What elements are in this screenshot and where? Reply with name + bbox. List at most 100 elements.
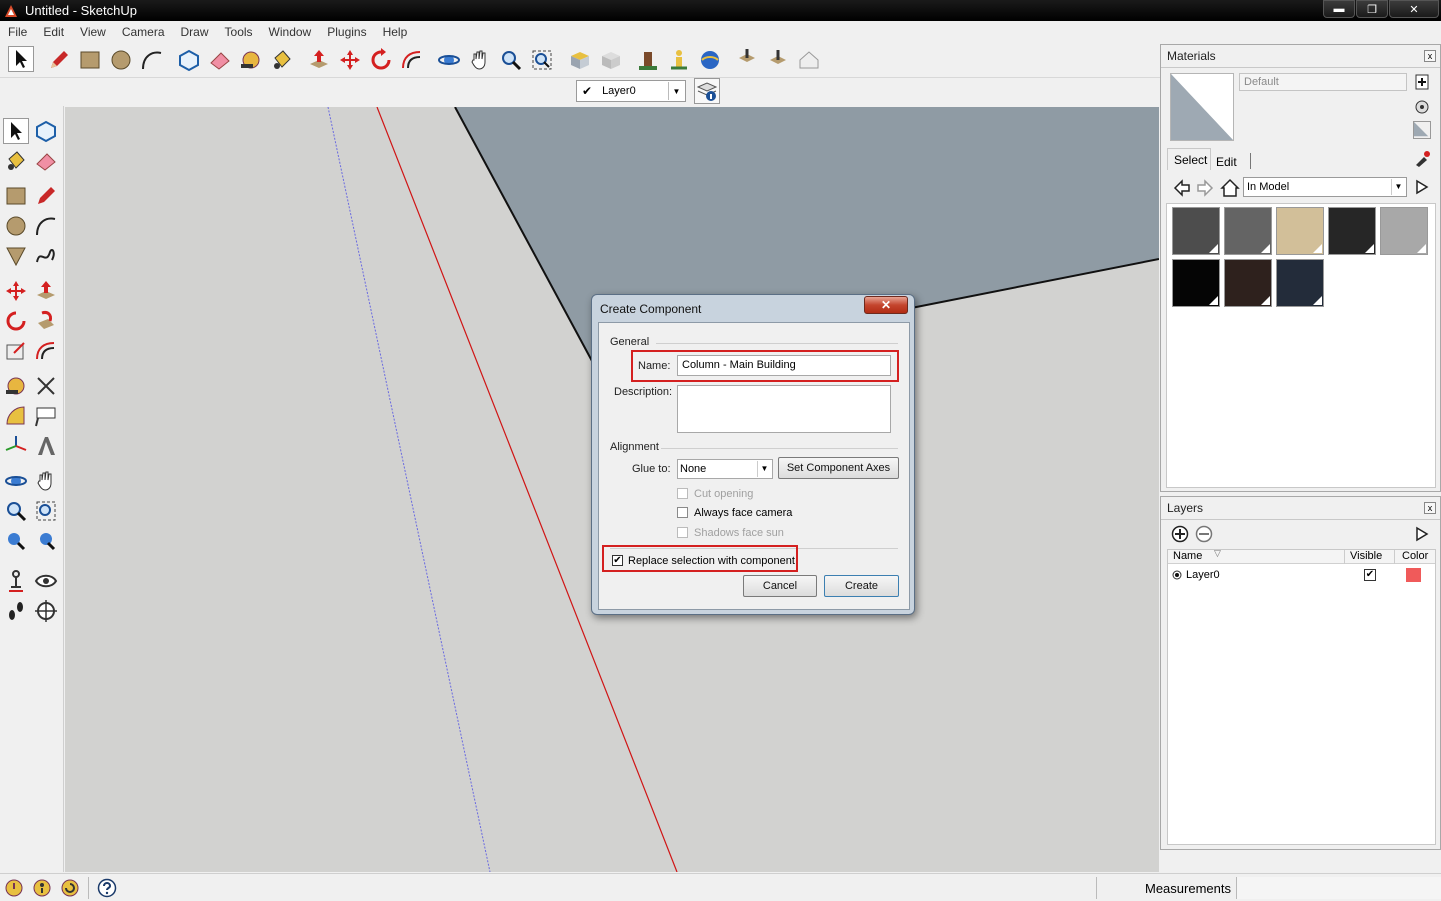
shadows-face-sun-checkbox[interactable] [677,527,688,538]
cancel-button[interactable]: Cancel [743,575,817,597]
select-tool-button[interactable] [3,118,29,144]
menu-view[interactable]: View [72,25,114,39]
dialog-close-button[interactable]: ✕ [864,296,908,314]
zoom-extents-button[interactable] [33,528,59,554]
look-around-button[interactable] [33,568,59,594]
maximize-button[interactable]: ❐ [1356,0,1388,18]
paint-bucket-button[interactable] [3,148,29,174]
dimension-tool-button[interactable] [33,373,59,399]
layer-details-button[interactable] [1413,525,1431,543]
material-swatch[interactable] [1380,207,1428,255]
material-swatch[interactable] [1276,207,1324,255]
replace-selection-checkbox[interactable]: ✔ [612,555,623,566]
share-component-button[interactable] [635,47,661,73]
circle-tool-button[interactable] [3,213,29,239]
tape-measure-button[interactable] [238,47,264,73]
material-name-field[interactable]: Default [1239,73,1407,91]
create-material-button[interactable] [1413,73,1431,91]
walk-tool-button[interactable] [3,598,29,624]
eraser-tool-button[interactable] [33,148,59,174]
get-photo-texture-button[interactable] [734,47,760,73]
offset-tool-button[interactable] [399,47,425,73]
text-tool-button[interactable] [33,403,59,429]
close-button[interactable]: ✕ [1389,0,1439,18]
rotate-tool-button[interactable] [3,308,29,334]
orbit-tool-button[interactable] [436,47,462,73]
material-collection-dropdown[interactable]: In Model ▼ [1243,177,1407,197]
name-input[interactable]: Column - Main Building [677,355,891,376]
tape-measure-button[interactable] [3,373,29,399]
pencil-tool-button[interactable] [33,183,59,209]
sample-paint-button[interactable] [1413,97,1431,115]
instructor-button[interactable] [97,878,117,898]
make-component-button[interactable] [33,118,59,144]
upload-box-button[interactable] [765,47,791,73]
follow-me-button[interactable] [33,308,59,334]
menu-file[interactable]: File [0,25,35,39]
layers-close-button[interactable]: x [1424,502,1436,514]
select-tool-button[interactable] [8,46,34,72]
3d-text-button[interactable] [33,433,59,459]
active-layer-radio-icon[interactable] [1172,570,1182,580]
credits-button[interactable] [32,878,52,898]
table-row[interactable]: Layer0 ✔ [1168,566,1435,584]
person-tool-button[interactable] [666,47,692,73]
layer-dropdown[interactable]: ✔ Layer0 ▼ [576,80,686,102]
polygon-tool-button[interactable] [3,243,29,269]
glue-to-dropdown[interactable]: None ▼ [677,459,773,479]
zoom-tool-button[interactable] [498,47,524,73]
always-face-camera-checkbox[interactable] [677,507,688,518]
zoom-extents-button[interactable] [529,47,555,73]
minimize-button[interactable]: ▬ [1323,0,1355,18]
layer-color-swatch[interactable] [1406,568,1421,582]
layer-visible-checkbox[interactable]: ✔ [1364,569,1376,581]
get-models-button[interactable] [567,47,593,73]
menu-window[interactable]: Window [261,25,320,39]
materials-close-button[interactable]: x [1424,50,1436,62]
previous-view-button[interactable] [3,528,29,554]
cut-opening-checkbox[interactable] [677,488,688,499]
column-color[interactable]: Color [1402,550,1428,562]
forward-button[interactable] [1196,179,1214,197]
scale-tool-button[interactable] [3,338,29,364]
menu-draw[interactable]: Draw [173,25,217,39]
arc-tool-button[interactable] [139,47,165,73]
circle-tool-button[interactable] [108,47,134,73]
position-camera-button[interactable] [3,568,29,594]
column-visible[interactable]: Visible [1350,550,1382,562]
pan-tool-button[interactable] [467,47,493,73]
menu-camera[interactable]: Camera [114,25,173,39]
menu-tools[interactable]: Tools [217,25,261,39]
google-earth-button[interactable] [697,47,723,73]
in-model-home-button[interactable] [1220,178,1240,198]
zoom-tool-button[interactable] [3,498,29,524]
material-swatch[interactable] [1224,259,1272,307]
protractor-tool-button[interactable] [3,403,29,429]
extension-warehouse-button[interactable] [796,47,822,73]
rotate-tool-button[interactable] [368,47,394,73]
sign-in-button[interactable] [60,878,80,898]
rectangle-tool-button[interactable] [3,183,29,209]
tab-edit[interactable]: Edit [1216,155,1237,169]
measurements-input[interactable] [1236,877,1441,899]
column-name[interactable]: Name [1173,550,1202,562]
push-pull-button[interactable] [33,278,59,304]
material-swatch[interactable] [1224,207,1272,255]
material-swatch[interactable] [1172,207,1220,255]
back-button[interactable] [1173,179,1191,197]
axes-tool-button[interactable] [3,433,29,459]
menu-plugins[interactable]: Plugins [319,25,374,39]
material-swatch[interactable] [1328,207,1376,255]
move-tool-button[interactable] [3,278,29,304]
menu-help[interactable]: Help [375,25,416,39]
set-component-axes-button[interactable]: Set Component Axes [778,457,899,479]
pencil-tool-button[interactable] [46,47,72,73]
geo-location-button[interactable] [4,878,24,898]
material-swatch[interactable] [1172,259,1220,307]
default-material-button[interactable] [1413,121,1431,139]
create-button[interactable]: Create [824,575,899,597]
layer-manager-button[interactable] [694,78,720,104]
offset-tool-button[interactable] [33,338,59,364]
eraser-tool-button[interactable] [207,47,233,73]
make-component-button[interactable] [176,47,202,73]
